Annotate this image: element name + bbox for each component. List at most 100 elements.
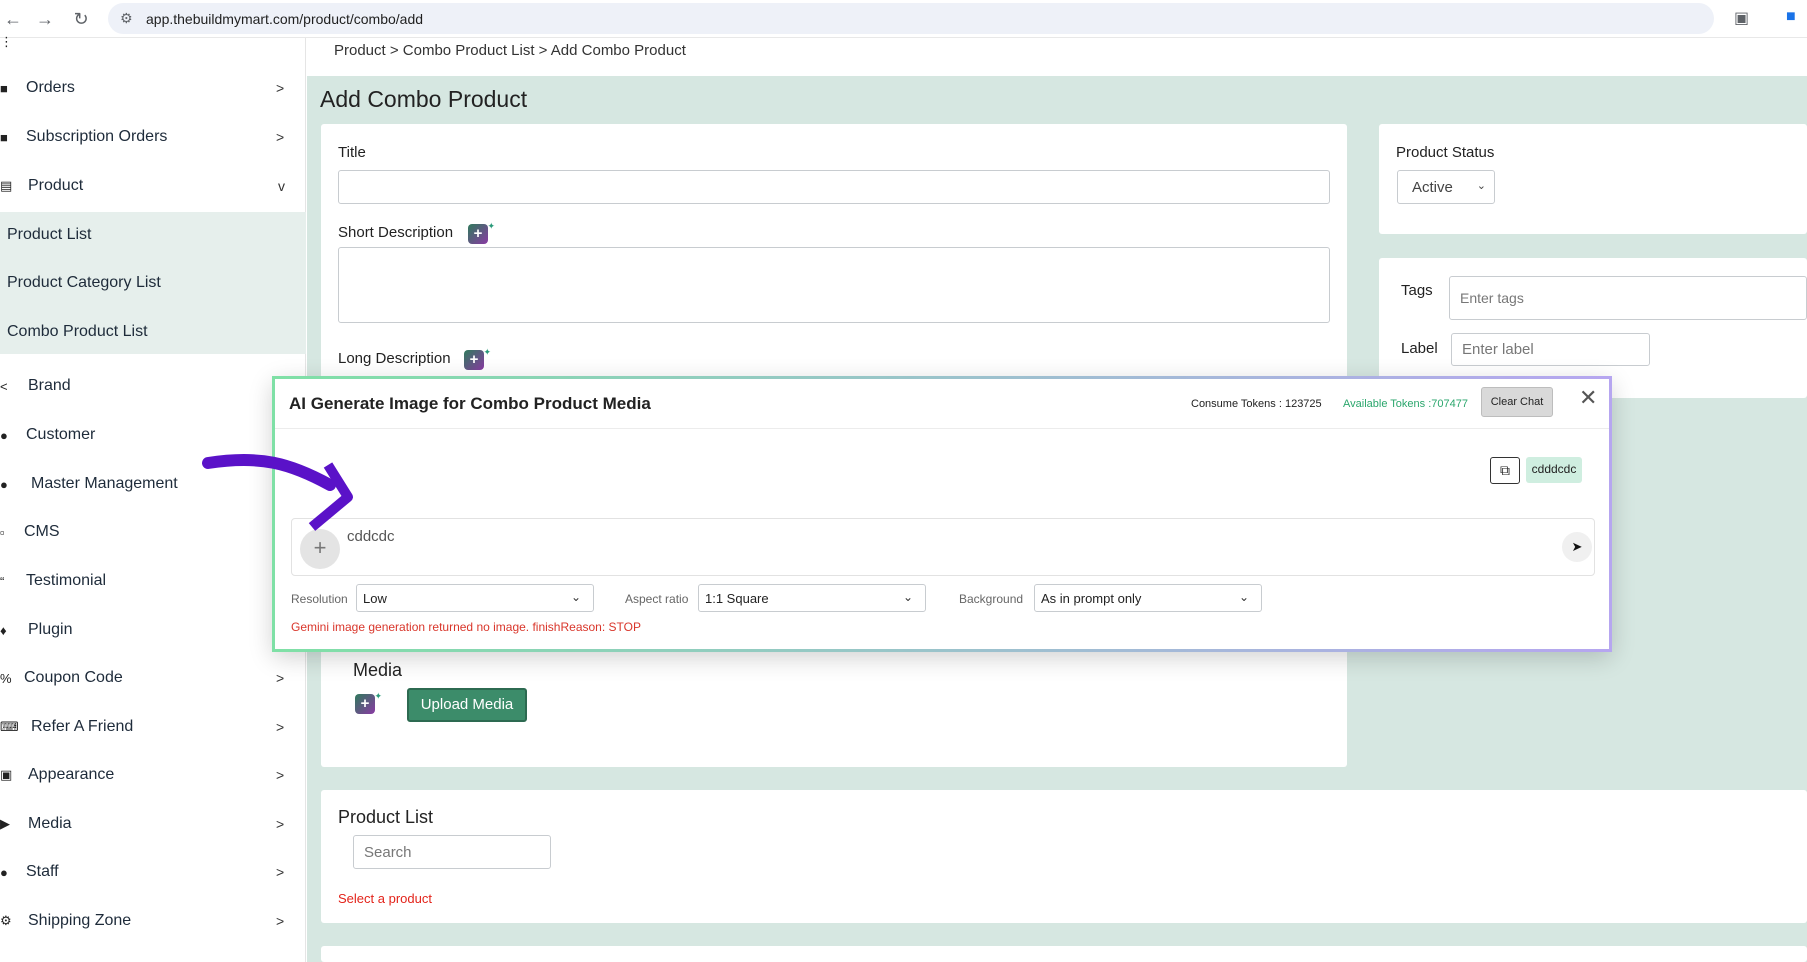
tags-label: Tags <box>1401 282 1433 299</box>
product-list-card: Product List Search Select a product <box>321 790 1807 923</box>
clear-chat-button[interactable]: Clear Chat <box>1481 387 1553 417</box>
sidebar-item-orders[interactable]: ■ Orders > <box>0 68 306 108</box>
sidebar-item-product[interactable]: ▤ Product v <box>0 166 306 206</box>
label-placeholder: Enter label <box>1462 341 1534 358</box>
sidebar-item-refer-a-friend[interactable]: ⌨ Refer A Friend > <box>0 707 306 747</box>
share-icon: < <box>0 378 8 394</box>
gear-icon: ⚙ <box>0 913 12 928</box>
sidebar-item-testimonial[interactable]: “ Testimonial <box>0 561 306 601</box>
send-icon[interactable]: ➤ <box>1562 532 1592 562</box>
sidebar-item-label: Customer <box>26 426 96 443</box>
product-list-heading: Product List <box>338 807 434 827</box>
sidebar-subitem-product-category-list[interactable]: Product Category List <box>7 274 161 292</box>
reload-icon[interactable]: ↻ <box>70 8 92 30</box>
back-arrow-icon[interactable]: ← <box>2 8 24 30</box>
sidebar-item-label: Refer A Friend <box>31 718 134 735</box>
copy-icon[interactable]: ⧉ <box>1490 457 1520 484</box>
consume-tokens: Consume Tokens : 123725 <box>1191 398 1322 410</box>
chevron-right-icon: > <box>276 864 285 880</box>
background-value: As in prompt only <box>1041 591 1142 606</box>
chevron-right-icon: > <box>276 129 285 145</box>
sidebar-item-plugin[interactable]: ♦ Plugin <box>0 610 306 650</box>
next-card <box>321 946 1807 962</box>
sidebar-item-subscription-orders[interactable]: ■ Subscription Orders > <box>0 117 306 157</box>
select-product-error: Select a product <box>338 891 432 906</box>
percent-icon: % <box>0 670 12 686</box>
sidebar-item-coupon-code[interactable]: % Coupon Code > <box>0 658 306 698</box>
profile-icon[interactable]: ■ <box>1786 8 1796 26</box>
ai-generate-icon[interactable]: + ✦ <box>464 347 491 370</box>
short-description-textarea[interactable] <box>338 247 1330 323</box>
sidebar-item-media[interactable]: ▶ Media > <box>0 804 306 844</box>
site-settings-icon[interactable]: ⚙ <box>120 10 133 27</box>
breadcrumb: Product > Combo Product List > Add Combo… <box>334 42 686 59</box>
sidebar-item-label: CMS <box>24 523 60 540</box>
title-input[interactable] <box>338 170 1330 204</box>
ai-generate-icon[interactable]: + ✦ <box>355 691 382 714</box>
aspect-ratio-select[interactable]: 1:1 Square ⌄ <box>698 584 926 612</box>
chevron-down-icon: v <box>278 178 285 194</box>
product-status-select[interactable]: Active ⌄ <box>1397 170 1495 204</box>
aspect-ratio-value: 1:1 Square <box>705 591 769 606</box>
sidebar-item-label: Plugin <box>28 621 73 638</box>
sidebar-item-label: Master Management <box>31 475 178 492</box>
url-text: app.thebuildmymart.com/product/combo/add <box>146 11 424 27</box>
label-input[interactable]: Enter label <box>1451 333 1650 366</box>
long-description-label: Long Description <box>338 350 451 367</box>
forward-arrow-icon[interactable]: → <box>34 8 56 30</box>
address-bar[interactable]: ⚙ app.thebuildmymart.com/product/combo/a… <box>108 3 1714 34</box>
chevron-down-icon: ⌄ <box>1238 590 1249 604</box>
chevron-right-icon: > <box>276 767 285 783</box>
prompt-box[interactable]: + cddcdc ➤ <box>291 518 1595 576</box>
aspect-ratio-label: Aspect ratio <box>625 592 689 606</box>
close-icon[interactable]: ✕ <box>1579 385 1597 411</box>
sidebar-item-staff[interactable]: ● Staff > <box>0 852 306 892</box>
image-icon: ▣ <box>0 767 13 782</box>
page-title: Add Combo Product <box>320 86 528 112</box>
sidebar-item-appearance[interactable]: ▣ Appearance > <box>0 755 306 795</box>
menu-fragment-icon: ⋮ <box>0 34 13 49</box>
available-tokens: Available Tokens :707477 <box>1343 398 1468 410</box>
keyboard-icon: ⌨ <box>0 719 19 734</box>
bag-icon: ■ <box>0 80 8 96</box>
resolution-value: Low <box>363 591 387 606</box>
background-select[interactable]: As in prompt only ⌄ <box>1034 584 1262 612</box>
sidebar-subitem-product-list[interactable]: Product List <box>7 226 91 244</box>
sidebar-item-label: Shipping Zone <box>28 912 132 929</box>
ai-image-modal: AI Generate Image for Combo Product Medi… <box>272 376 1612 652</box>
sidebar-item-label: Appearance <box>28 766 115 783</box>
generation-error: Gemini image generation returned no imag… <box>291 620 641 634</box>
sidebar-item-brand[interactable]: < Brand <box>0 366 306 406</box>
chevron-right-icon: > <box>276 816 285 832</box>
sidebar-item-label: Media <box>28 815 72 832</box>
sidebar-item-label: Subscription Orders <box>26 128 168 145</box>
tags-input[interactable]: Enter tags <box>1449 276 1807 320</box>
modal-title: AI Generate Image for Combo Product Medi… <box>289 394 651 413</box>
product-search-input[interactable]: Search <box>353 835 551 869</box>
user-icon: ● <box>0 427 8 443</box>
chevron-right-icon: > <box>276 80 285 96</box>
chat-message: cdddcdc <box>1526 457 1582 483</box>
upload-media-button[interactable]: Upload Media <box>407 688 527 722</box>
media-label: Media <box>353 660 403 680</box>
chevron-down-icon: ⌄ <box>902 590 913 604</box>
label-label: Label <box>1401 340 1438 357</box>
product-status-label: Product Status <box>1396 144 1495 161</box>
puzzle-icon: ♦ <box>0 622 7 638</box>
sidebar-subitem-combo-product-list[interactable]: Combo Product List <box>7 323 148 341</box>
arrow-shaft <box>202 453 336 491</box>
screen-search-icon[interactable]: ▣ <box>1734 8 1749 28</box>
user-icon: ● <box>0 864 8 880</box>
resolution-select[interactable]: Low ⌄ <box>356 584 594 612</box>
browser-toolbar: ← → ↻ ⚙ app.thebuildmymart.com/product/c… <box>0 0 1807 38</box>
sidebar-item-label: Orders <box>26 79 75 96</box>
annotation-arrow <box>202 453 353 531</box>
status-value: Active <box>1412 179 1453 196</box>
sidebar-item-label: Coupon Code <box>24 669 123 686</box>
chevron-down-icon: ⌄ <box>570 590 581 604</box>
ai-generate-icon[interactable]: + ✦ <box>468 221 495 244</box>
quote-icon: “ <box>0 573 5 589</box>
sidebar-item-shipping-zone[interactable]: ⚙ Shipping Zone > <box>0 901 306 941</box>
users-gear-icon: ● <box>0 476 8 492</box>
sidebar-item-label: Brand <box>28 377 71 394</box>
